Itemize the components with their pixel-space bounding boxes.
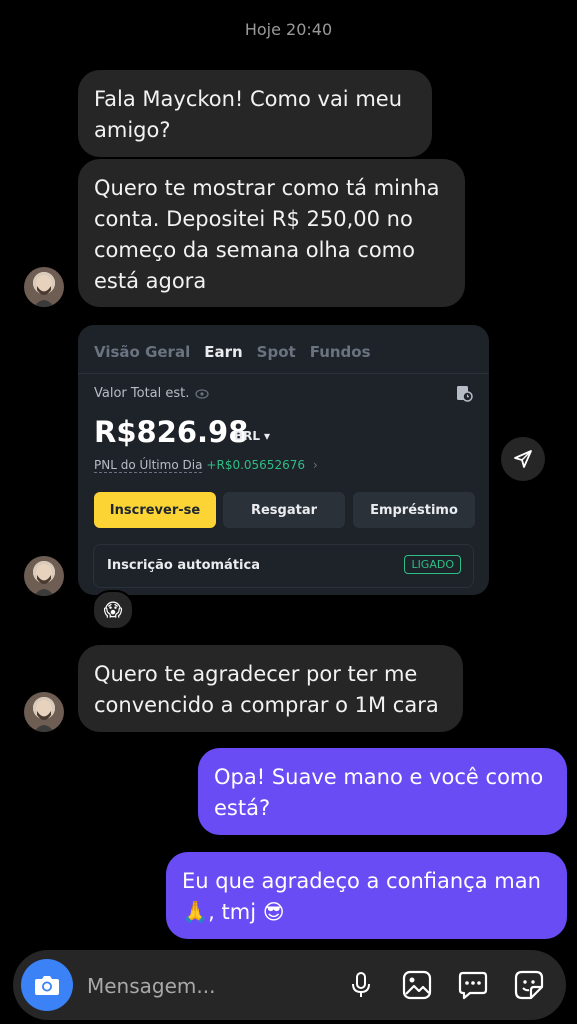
pnl-row: PNL do Último Dia +R$0.05652676 › — [94, 458, 318, 473]
total-label: Valor Total est. — [94, 386, 190, 401]
avatar-image — [34, 564, 54, 596]
avatar-image — [34, 700, 54, 732]
image-icon — [402, 970, 432, 1000]
redeem-button: Resgatar — [223, 492, 345, 528]
sticker-icon — [514, 970, 544, 1000]
subscribe-button: Inscrever-se — [94, 492, 216, 528]
reaction-badge[interactable]: 😱 — [92, 590, 134, 630]
avatar[interactable] — [24, 267, 64, 307]
message-composer — [13, 950, 566, 1020]
total-amount: R$826.98 — [94, 415, 249, 449]
status-badge: LIGADO — [404, 555, 461, 574]
tab-visao-geral: Visão Geral — [94, 343, 191, 361]
tab-fundos: Fundos — [309, 343, 371, 361]
microphone-icon — [352, 972, 370, 997]
loan-button: Empréstimo — [353, 492, 475, 528]
message-bubble-incoming[interactable]: Quero te mostrar como tá minha conta. De… — [78, 159, 465, 307]
send-icon — [514, 450, 532, 468]
message-bubble-outgoing[interactable]: Opa! Suave mano e você como está? — [198, 748, 567, 835]
sticker-button[interactable] — [514, 970, 544, 1000]
chat-icon — [458, 971, 488, 1000]
currency-label: BRL — [234, 429, 261, 443]
eye-icon — [195, 388, 209, 399]
share-button[interactable] — [501, 437, 545, 481]
tab-earn: Earn — [204, 343, 243, 361]
total-label-row: Valor Total est. — [94, 386, 209, 401]
chat-button[interactable] — [458, 970, 488, 1000]
message-text: Fala Mayckon! Como vai meu amigo? — [94, 87, 403, 142]
message-text: Quero te agradecer por ter me convencido… — [94, 662, 439, 717]
message-bubble-incoming[interactable]: Fala Mayckon! Como vai meu amigo? — [78, 70, 432, 157]
tab-spot: Spot — [256, 343, 296, 361]
pnl-value: +R$0.05652676 — [206, 458, 305, 472]
message-input[interactable] — [85, 970, 329, 1002]
message-bubble-incoming[interactable]: Quero te agradecer por ter me convencido… — [78, 645, 463, 732]
currency-selector: BRL ▾ — [234, 429, 270, 443]
auto-subscribe-label: Inscrição automática — [107, 558, 260, 573]
camera-button[interactable] — [21, 959, 73, 1011]
gallery-button[interactable] — [402, 970, 432, 1000]
microphone-button[interactable] — [346, 970, 376, 1000]
history-icon — [457, 386, 473, 402]
message-bubble-outgoing[interactable]: Eu que agradeço a confiança man 🙏, tmj 😎 — [166, 852, 567, 939]
pnl-label: PNL do Último Dia — [94, 458, 203, 473]
caret-down-icon: ▾ — [264, 429, 271, 443]
message-text: Quero te mostrar como tá minha conta. De… — [94, 176, 440, 293]
chevron-right-icon: › — [312, 458, 318, 472]
card-tabs: Visão Geral Earn Spot Fundos — [94, 343, 371, 361]
reaction-emoji: 😱 — [103, 599, 123, 621]
divider — [78, 373, 489, 374]
shared-account-card[interactable]: Visão Geral Earn Spot Fundos Valor Total… — [78, 325, 489, 595]
camera-icon — [35, 976, 59, 995]
auto-subscribe-row: Inscrição automática LIGADO — [93, 544, 474, 588]
avatar-image — [34, 275, 54, 307]
avatar[interactable] — [24, 556, 64, 596]
message-text: Eu que agradeço a confiança man 🙏, tmj 😎 — [182, 869, 541, 924]
avatar[interactable] — [24, 692, 64, 732]
chat-timestamp: Hoje 20:40 — [244, 20, 333, 39]
message-text: Opa! Suave mano e você como está? — [214, 765, 544, 820]
